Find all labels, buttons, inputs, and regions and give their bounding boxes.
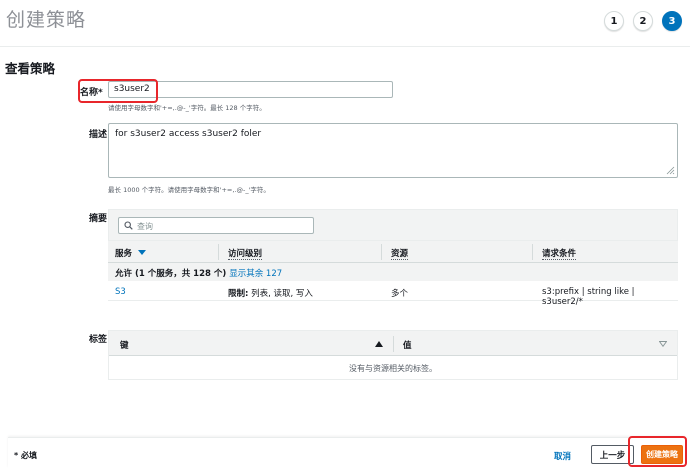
step-1-button[interactable]: 1 [604,11,624,31]
description-text: for s3user2 access s3user2 foler [115,129,262,139]
required-note: * 必填 [14,451,37,460]
description-label: 描述 [89,130,108,140]
summary-toolbar: 查询 [108,209,678,241]
tags-table: 键 值 没有与资源相关的标签。 [108,330,678,380]
sort-up-icon[interactable] [375,341,383,347]
name-hint: 请使用字母数字和'+=,.@-_'字符。最长 128 个字符。 [108,104,266,112]
resource-column-header[interactable]: 资源 [391,247,409,260]
step-indicator: 1 2 3 [604,11,682,31]
key-column-header[interactable]: 键 [120,339,129,351]
description-textarea[interactable]: for s3user2 access s3user2 foler [108,123,678,178]
description-hint: 最长 1000 个字符。请使用字母数字和'+=,.@-_'字符。 [108,186,270,194]
resource-cell: 多个 [391,289,409,299]
show-rest-link[interactable]: 显示其余 127 [229,269,282,279]
access-level-prefix: 限制: [228,289,249,299]
summary-search-input[interactable]: 查询 [118,217,314,234]
sort-down-outline-icon[interactable] [659,341,667,347]
step-2-button[interactable]: 2 [633,11,653,31]
sort-down-icon [137,250,146,255]
tags-empty-message: 没有与资源相关的标签。 [349,364,437,373]
summary-panel: 查询 服务 访问级别 资源 请求条件 允许 (1 个服务，共 128 个) 显示… [108,209,678,307]
summary-label: 摘要 [89,214,108,224]
page-title: 创建策略 [6,9,87,31]
header-divider [0,46,690,47]
search-placeholder: 查询 [137,222,153,231]
create-button-highlight-box [628,436,687,467]
allow-group-row: 允许 (1 个服务，共 128 个) 显示其余 127 [108,263,678,281]
service-s3-link[interactable]: S3 [115,287,126,297]
access-level-value: 列表, 读取, 写入 [248,289,313,299]
access-level-column-header[interactable]: 访问级别 [228,247,263,260]
name-highlight-box [78,79,158,103]
conditions-column-header[interactable]: 请求条件 [542,247,577,260]
access-level-cell: 限制: 列表, 读取, 写入 [228,287,313,299]
allow-text: 允许 (1 个服务，共 128 个) [115,269,227,279]
condition-cell: s3:prefix | string like | s3user2/* [542,287,635,307]
column-divider [532,244,533,260]
column-divider [381,244,382,260]
cancel-button[interactable]: 取消 [554,450,571,462]
value-column-header[interactable]: 值 [403,339,412,351]
service-column-header[interactable]: 服务 [115,247,146,259]
column-divider [218,244,219,260]
table-row: S3 限制: 列表, 读取, 写入 多个 s3:prefix | string … [108,281,678,307]
column-divider [393,336,394,352]
summary-table-header: 服务 访问级别 资源 请求条件 [108,241,678,263]
footer-bar: * 必填 取消 上一步 创建策略 [8,437,686,468]
search-icon [124,221,133,230]
service-column-label: 服务 [115,249,133,259]
section-title: 查看策略 [5,61,56,76]
tags-table-header: 键 值 [109,331,677,356]
resize-grip-icon[interactable] [666,166,675,175]
tags-label: 标签 [89,335,108,345]
step-3-button[interactable]: 3 [662,11,682,31]
